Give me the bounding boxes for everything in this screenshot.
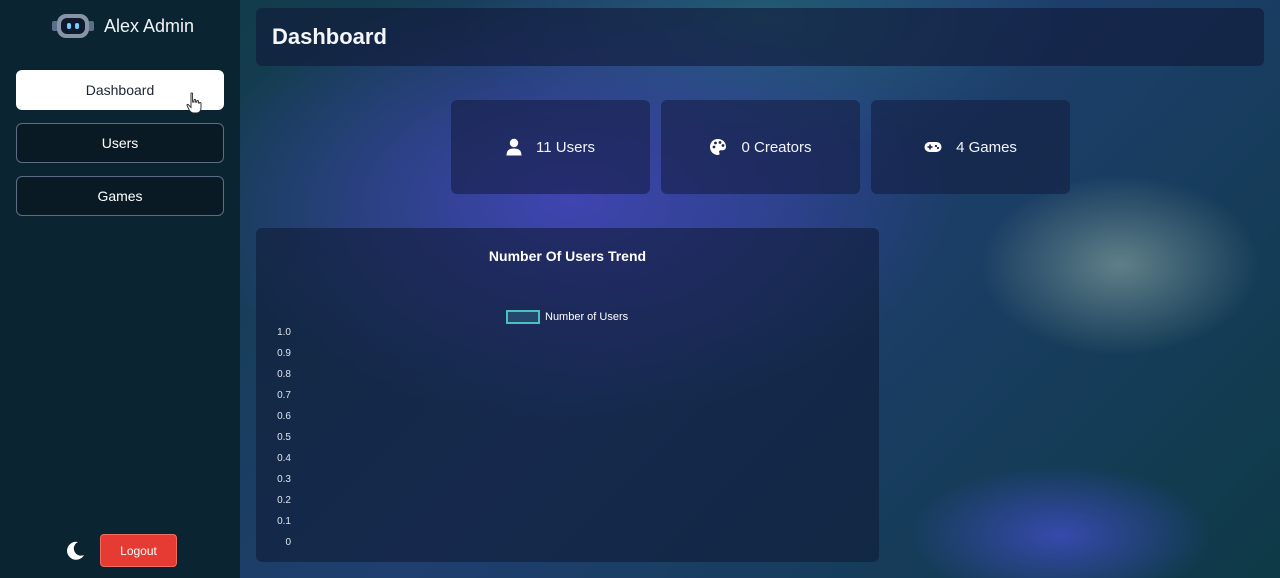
page-header: Dashboard [256,8,1264,66]
sidebar-item-label: Users [101,135,139,151]
y-tick-label: 0.3 [277,474,291,485]
sidebar-item-users[interactable]: Users [16,123,224,163]
y-tick-label: 0.9 [277,348,291,359]
brand-name: Alex Admin [104,15,195,36]
logout-button[interactable]: Logout [100,534,177,567]
users-trend-chart: Number Of Users Trend Number of Users 1.… [256,228,879,562]
y-tick-label: 0.2 [277,495,291,506]
y-tick-label: 0.8 [277,369,291,380]
moon-icon[interactable] [64,540,86,562]
user-icon [506,138,522,156]
y-tick-label: 1.0 [277,327,291,338]
stat-label: 0 Creators [741,138,812,156]
y-tick-label: 0.7 [277,390,291,401]
y-tick-label: 0.6 [277,411,291,422]
stat-label: 4 Games [956,138,1017,156]
logout-label: Logout [120,543,157,558]
stat-card-games: 4 Games [871,100,1070,194]
brand: Alex Admin [52,12,194,40]
hand-cursor-icon [186,92,202,114]
page-title: Dashboard [272,24,387,49]
y-tick-label: 0 [285,537,291,548]
sidebar: Alex Admin Dashboard Users Games Logout [0,0,240,578]
chart-plot: 1.0 0.9 0.8 0.7 0.6 0.5 0.4 0.3 0.2 0.1 0 [277,327,291,548]
y-tick-label: 0.1 [277,516,291,527]
gamepad-icon [924,142,942,152]
main-content: Dashboard 11 Users 0 Creators 4 Games Nu… [240,0,1280,578]
y-tick-label: 0.5 [277,432,291,443]
stat-card-creators: 0 Creators [661,100,860,194]
stat-label: 11 Users [536,138,595,156]
sidebar-item-label: Dashboard [85,82,155,98]
palette-icon [710,139,727,155]
stat-card-users: 11 Users [451,100,650,194]
robot-logo-icon [52,12,94,40]
sidebar-item-games[interactable]: Games [16,176,224,216]
y-tick-label: 0.4 [277,453,291,464]
sidebar-item-label: Games [97,188,143,204]
